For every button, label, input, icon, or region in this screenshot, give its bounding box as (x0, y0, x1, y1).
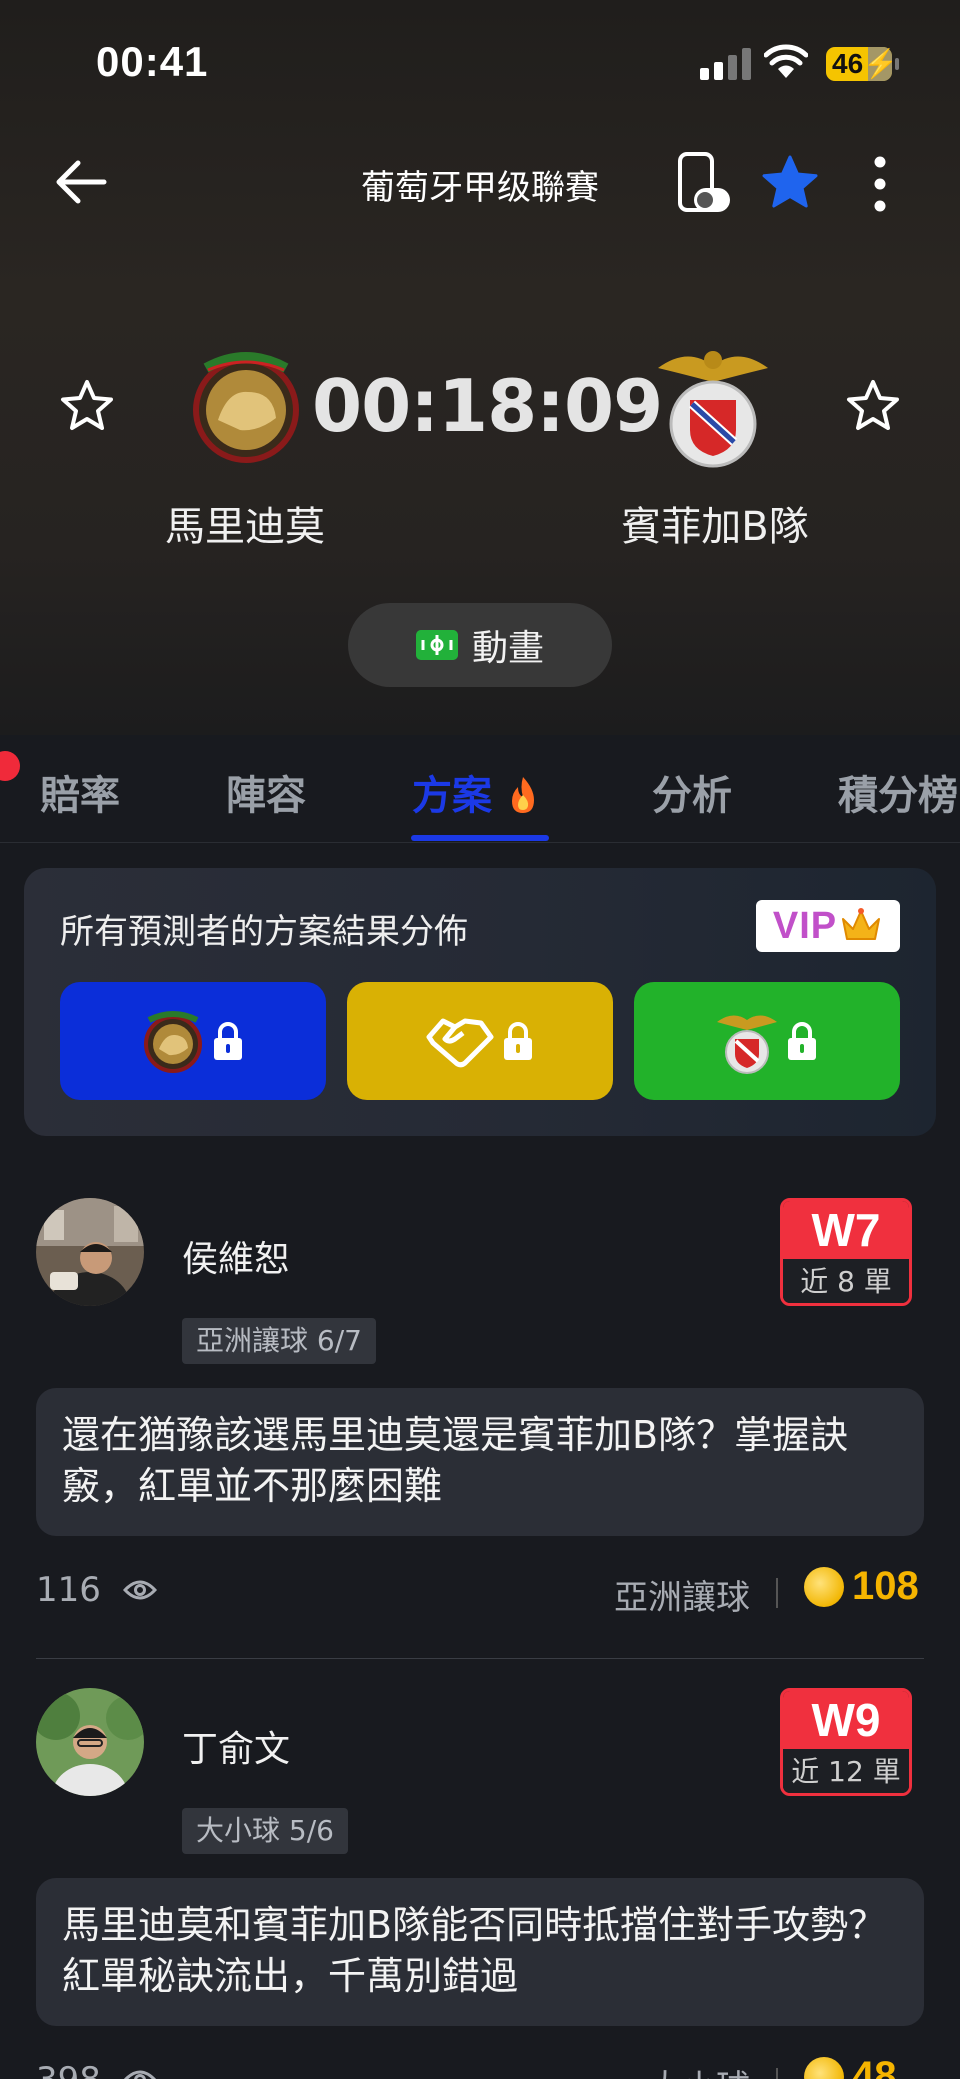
pitch-icon (415, 630, 458, 660)
avatar[interactable] (36, 1688, 144, 1796)
away-team-logo (658, 351, 768, 468)
view-count-value: 116 (36, 1570, 101, 1610)
author-name: 侯維恕 (182, 1239, 291, 1280)
match-header: 00:41 46⚡ 葡萄牙甲级聯賽 00:18:09 馬里迪莫 賓菲加B隊 動畫 (0, 0, 960, 735)
view-count-value: 398 (36, 2060, 101, 2079)
tab-analysis[interactable]: 分析 (652, 763, 732, 821)
animation-label: 動畫 (471, 628, 544, 669)
vip-badge[interactable]: VIP (756, 900, 900, 952)
animation-button[interactable]: 動畫 (348, 603, 612, 687)
status-time: 00:41 (96, 38, 209, 85)
divider (36, 1658, 924, 1659)
prediction-distribution-card: 所有預測者的方案結果分佈 VIP (24, 868, 936, 1136)
view-count: 398 (36, 2060, 157, 2079)
price-tag[interactable]: 48 (804, 2054, 897, 2079)
streak-value: W7 (783, 1201, 909, 1259)
post-text[interactable]: 馬里迪莫和賓菲加B隊能否同時抵擋住對手攻勢？紅單秘訣流出，千萬別錯過 (36, 1878, 924, 2026)
tab-standings[interactable]: 積分榜 (838, 763, 958, 821)
view-count: 116 (36, 1570, 157, 1610)
eye-icon (122, 1580, 157, 1600)
recent-count: 近 8 單 (783, 1259, 909, 1303)
post-text[interactable]: 還在猶豫該選馬里迪莫還是賓菲加B隊？掌握訣竅，紅單並不那麼困難 (36, 1388, 924, 1536)
market-record-tag: 大小球 5/6 (182, 1808, 348, 1854)
streak-value: W9 (783, 1691, 909, 1749)
price-value: 48 (852, 2054, 897, 2079)
coin-icon (804, 1566, 844, 1607)
lock-icon (788, 1022, 816, 1060)
home-team-logo (193, 352, 299, 463)
active-tab-indicator (411, 835, 549, 841)
away-team-mini-logo (717, 1015, 777, 1074)
tip-post[interactable]: 丁俞文 W9 近 12 單 大小球 5/6 馬里迪莫和賓菲加B隊能否同時抵擋住對… (0, 1688, 960, 2079)
away-team-name: 賓菲加B隊 (621, 504, 809, 550)
battery-icon: 46⚡ (826, 47, 899, 81)
vip-label: VIP (772, 904, 838, 947)
home-team-name: 馬里迪莫 (165, 504, 325, 550)
lock-icon (504, 1022, 532, 1060)
author-name: 丁俞文 (182, 1729, 291, 1770)
price-value: 108 (852, 1564, 919, 1608)
tab-bar: 賠率 陣容 方案 分析 積分榜 (0, 735, 960, 843)
avatar[interactable] (36, 1198, 144, 1306)
match-clock: 00:18:09 (312, 364, 663, 448)
signal-icon (700, 48, 752, 80)
draw-option[interactable] (347, 982, 613, 1100)
follow-home-star-icon[interactable] (58, 378, 116, 434)
market-type: 亞洲讓球 (614, 1578, 750, 1618)
crown-icon (842, 908, 881, 940)
eye-icon (123, 2070, 157, 2079)
wifi-icon (764, 44, 808, 78)
phone-toggle-icon[interactable] (676, 152, 732, 216)
recent-count: 近 12 單 (783, 1749, 909, 1793)
win-streak-badge: W7 近 8 單 (780, 1198, 912, 1306)
market-record-tag: 亞洲讓球 6/7 (182, 1318, 376, 1364)
market-type: 大小球 (648, 2060, 750, 2079)
win-streak-badge: W9 近 12 單 (780, 1688, 912, 1796)
notification-badge (0, 751, 20, 781)
tip-post[interactable]: 侯維恕 W7 近 8 單 亞洲讓球 6/7 還在猶豫該選馬里迪莫還是賓菲加B隊？… (0, 1198, 960, 1688)
divider (776, 2068, 778, 2079)
coin-icon (804, 2056, 844, 2079)
league-title[interactable]: 葡萄牙甲级聯賽 (300, 160, 660, 209)
away-win-option[interactable] (634, 982, 900, 1100)
home-team-mini-logo (144, 1011, 202, 1073)
handshake-icon (426, 1018, 494, 1068)
lock-icon (214, 1022, 242, 1060)
back-arrow-icon[interactable] (50, 150, 114, 214)
home-win-option[interactable] (60, 982, 326, 1100)
price-tag[interactable]: 108 (804, 1564, 919, 1609)
tab-tips[interactable]: 方案 (412, 763, 540, 821)
distribution-title: 所有預測者的方案結果分佈 (60, 912, 468, 952)
more-icon[interactable] (860, 154, 900, 214)
favorite-star-icon[interactable] (760, 154, 820, 212)
tab-odds[interactable]: 賠率 (40, 763, 120, 821)
follow-away-star-icon[interactable] (844, 378, 902, 434)
tab-tips-label: 方案 (412, 773, 492, 819)
divider (776, 1578, 778, 1608)
fire-icon (511, 777, 534, 813)
tab-lineup[interactable]: 陣容 (226, 763, 306, 821)
